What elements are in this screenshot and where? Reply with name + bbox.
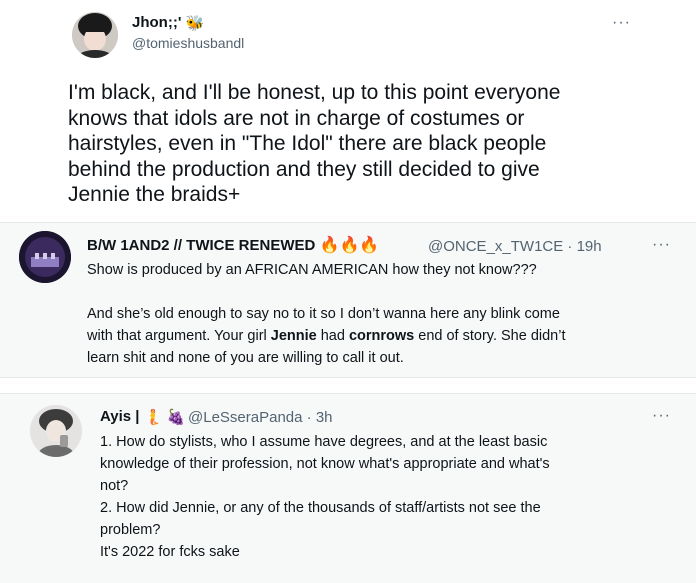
avatar[interactable] — [72, 12, 118, 58]
user-handle-time[interactable]: @ONCE_x_TW1CE · 19h — [428, 238, 602, 255]
tweet-text: Show is produced by an AFRICAN AMERICAN … — [87, 262, 566, 366]
avatar[interactable] — [30, 405, 82, 457]
bee-icon: 🐝 — [185, 14, 205, 32]
fire-icon: 🔥 — [339, 237, 360, 255]
avatar[interactable] — [19, 231, 71, 283]
tweet-text: I'm black, and I'll be honest, up to thi… — [68, 81, 561, 206]
display-name[interactable]: Ayis | 🧜 🍇 — [100, 408, 185, 425]
tweet-text: 1. How do stylists, who I assume have de… — [100, 434, 550, 560]
fire-icon: 🔥 — [359, 237, 380, 255]
grapes-icon: 🍇 — [166, 408, 186, 426]
user-handle[interactable]: @tomieshusbandl — [132, 35, 244, 51]
more-options-icon[interactable]: ··· — [652, 407, 671, 425]
user-handle-time[interactable]: @LeSseraPanda · 3h — [188, 409, 333, 426]
display-name[interactable]: Jhon;;' 🐝 — [132, 14, 204, 31]
mermaid-icon: 🧜 — [143, 408, 163, 426]
display-name[interactable]: B/W 1AND2 // TWICE RENEWED 🔥🔥🔥 — [87, 237, 379, 254]
tweet-card-1[interactable]: Jhon;;' 🐝 @tomieshusbandl ··· I'm black,… — [0, 0, 696, 222]
fire-icon: 🔥 — [319, 237, 340, 255]
more-options-icon[interactable]: ··· — [612, 14, 631, 32]
more-options-icon[interactable]: ··· — [652, 236, 671, 254]
